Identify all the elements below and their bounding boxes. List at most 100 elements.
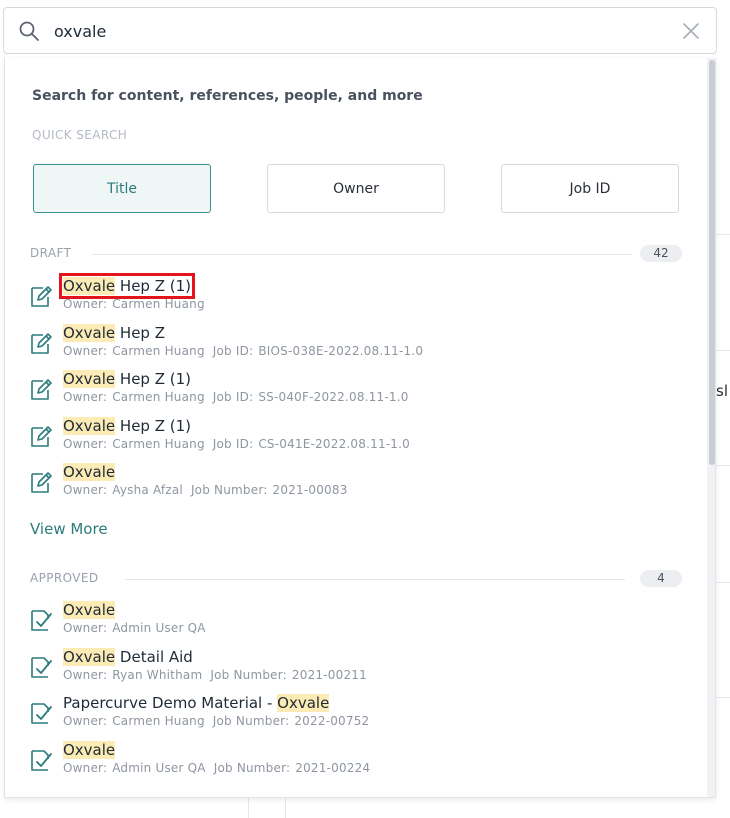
result-meta: Owner: Carmen Huang Job ID: SS-040F-2022.08… [63, 390, 414, 404]
result-title-highlight: Oxvale [63, 601, 116, 619]
search-bar [3, 7, 717, 54]
background-app [716, 56, 730, 818]
approved-count-badge: 4 [640, 570, 682, 587]
reference-label: Job Number: [212, 714, 290, 728]
result-title-highlight: Oxvale [63, 416, 116, 435]
close-icon[interactable] [682, 22, 700, 40]
edit-document-icon [28, 330, 54, 356]
edit-document-icon [28, 283, 54, 309]
scrollbar[interactable] [707, 58, 715, 797]
result-item[interactable]: Oxvale Owner: Admin User QA [28, 601, 678, 641]
view-more-link[interactable]: View More [30, 520, 108, 538]
owner-label: Owner: [63, 714, 108, 728]
scrollbar-thumb[interactable] [709, 60, 715, 465]
reference-label: Job Number: [190, 483, 268, 497]
result-item[interactable]: Oxvale Owner: Admin User QA Job Number: 2021… [28, 740, 678, 781]
reference-value: 2022-00752 [294, 714, 370, 728]
result-item[interactable]: Oxvale Detail Aid Owner: Ryan Whitham Job N… [28, 647, 678, 688]
draft-section-header: DRAFT 42 [30, 244, 682, 264]
result-meta: Owner: Ryan Whitham Job Number: 2021-00211 [63, 668, 372, 682]
result-title-suffix: Hep Z [115, 323, 165, 342]
page: sl Search for content, references, peopl… [0, 0, 730, 818]
result-title: Oxvale Hep Z (1) [63, 416, 192, 435]
owner-name: Ryan Whitham [112, 667, 203, 682]
background-footer [0, 798, 730, 818]
quick-search-owner-button[interactable]: Owner [267, 164, 445, 213]
result-title-highlight: Oxvale [63, 740, 116, 759]
result-meta: Owner: Aysha Afzal Job Number: 2021-00083 [63, 483, 353, 497]
result-title: Oxvale Hep Z [63, 323, 165, 342]
result-item[interactable]: Oxvale Hep Z (1) Owner: Carmen Huang [28, 273, 678, 317]
result-item[interactable]: Oxvale Hep Z (1) Owner: Carmen Huang Job ID… [28, 370, 678, 410]
result-item[interactable]: Papercurve Demo Material - Oxvale Owner: C… [28, 694, 678, 734]
result-meta: Owner: Carmen Huang [63, 297, 213, 311]
approved-section-header: APPROVED 4 [30, 569, 682, 589]
result-title-prefix: Papercurve Demo Material - [63, 694, 278, 712]
result-item[interactable]: Oxvale Owner: Aysha Afzal Job Number: 2021-0… [28, 463, 678, 503]
search-hint: Search for content, references, people, … [32, 88, 423, 104]
reference-label: Job ID: [212, 343, 254, 358]
result-title-suffix: Hep Z (1) [115, 370, 192, 388]
reference-value: SS-040F-2022.08.11-1.0 [258, 390, 409, 404]
result-meta: Owner: Admin User QA Job Number: 2021-00224 [63, 761, 375, 775]
result-meta: Owner: Carmen Huang Job ID: CS-041E-2022.08… [63, 437, 415, 451]
result-title-highlight: Oxvale [63, 370, 116, 388]
owner-label: Owner: [63, 483, 108, 497]
reference-label: Job Number: [213, 760, 291, 775]
approved-document-icon [28, 607, 54, 633]
edit-document-icon [28, 376, 54, 402]
result-item[interactable]: Oxvale Hep Z (1) Owner: Carmen Huang Job ID… [28, 416, 678, 457]
owner-name: Admin User QA [112, 621, 206, 635]
background-tab [248, 798, 286, 818]
approved-section-title: APPROVED [30, 571, 107, 585]
owner-label: Owner: [63, 621, 108, 635]
reference-value: 2021-00211 [291, 667, 367, 682]
search-icon [19, 21, 39, 41]
owner-label: Owner: [63, 390, 108, 404]
owner-label: Owner: [63, 436, 108, 451]
result-meta: Owner: Carmen Huang Job Number: 2022-00752 [63, 714, 374, 728]
owner-name: Carmen Huang [112, 436, 205, 451]
owner-name: Carmen Huang [112, 390, 205, 404]
section-divider [125, 579, 625, 580]
draft-section-title: DRAFT [30, 246, 80, 260]
result-title-suffix: Hep Z (1) [115, 416, 192, 435]
reference-label: Job ID: [212, 390, 254, 404]
result-title-highlight: Oxvale [63, 463, 116, 481]
result-title-highlight: Oxvale [63, 323, 116, 342]
approved-document-icon [28, 654, 54, 680]
result-meta: Owner: Carmen Huang Job ID: BIOS-038E-2022.… [63, 344, 428, 358]
search-input[interactable] [54, 19, 654, 43]
reference-label: Job Number: [210, 667, 287, 682]
result-title: Oxvale [63, 601, 116, 619]
reference-value: 2021-00083 [272, 483, 348, 497]
result-title: Papercurve Demo Material - Oxvale [63, 694, 330, 712]
search-results-dropdown: Search for content, references, people, … [4, 58, 716, 798]
result-title: Oxvale [63, 740, 116, 759]
reference-value: 2021-00224 [295, 760, 371, 775]
result-meta: Owner: Admin User QA [63, 621, 214, 635]
result-title-suffix: Detail Aid [115, 647, 193, 666]
owner-name: Aysha Afzal [112, 483, 183, 497]
result-title: Oxvale Detail Aid [63, 647, 193, 666]
owner-name: Carmen Huang [112, 343, 205, 358]
owner-label: Owner: [63, 343, 108, 358]
owner-name: Admin User QA [112, 760, 206, 775]
quick-search-job-id-button[interactable]: Job ID [501, 164, 679, 213]
result-title-highlight: Oxvale [277, 694, 330, 712]
quick-search-title-button[interactable]: Title [33, 164, 211, 213]
reference-value: CS-041E-2022.08.11-1.0 [258, 436, 410, 451]
edit-document-icon [28, 423, 54, 449]
result-title-highlight: Oxvale [63, 647, 116, 666]
result-title: Oxvale Hep Z (1) [63, 370, 191, 388]
result-title: Oxvale [63, 463, 116, 481]
approved-document-icon [28, 747, 54, 773]
result-title-highlight: Oxvale [63, 277, 116, 295]
result-title: Oxvale Hep Z (1) [58, 273, 196, 299]
quick-search-label: QUICK SEARCH [32, 128, 128, 142]
owner-name: Carmen Huang [112, 297, 205, 311]
result-item[interactable]: Oxvale Hep Z Owner: Carmen Huang Job ID: BIO… [28, 323, 678, 364]
owner-name: Carmen Huang [112, 714, 205, 728]
owner-label: Owner: [63, 297, 108, 311]
section-divider [92, 254, 632, 255]
